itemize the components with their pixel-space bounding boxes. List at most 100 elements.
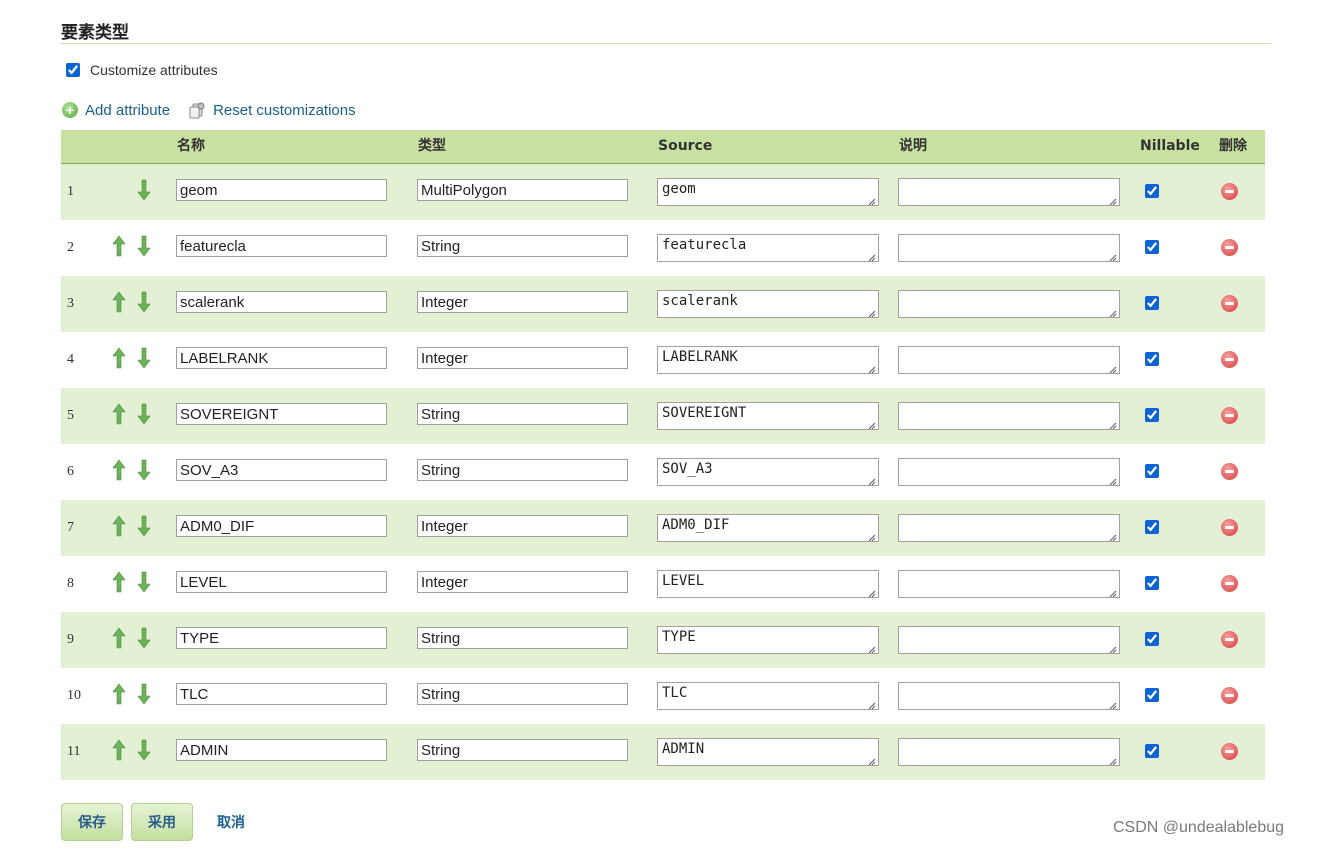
resize-grip-icon[interactable] bbox=[1108, 306, 1117, 317]
resize-grip-icon[interactable] bbox=[867, 754, 876, 765]
attribute-source-textarea[interactable]: SOV_A3 bbox=[657, 458, 879, 486]
nillable-checkbox[interactable] bbox=[1145, 184, 1159, 198]
resize-grip-icon[interactable] bbox=[867, 362, 876, 373]
arrow-up-icon[interactable] bbox=[112, 291, 126, 313]
reset-customizations-link[interactable]: Reset customizations bbox=[188, 101, 356, 119]
attribute-source-textarea[interactable]: geom bbox=[657, 178, 879, 206]
attribute-name-input[interactable] bbox=[176, 403, 387, 425]
arrow-down-icon[interactable] bbox=[137, 291, 151, 313]
apply-button[interactable]: 采用 bbox=[131, 803, 193, 841]
attribute-name-input[interactable] bbox=[176, 571, 387, 593]
arrow-down-icon[interactable] bbox=[137, 739, 151, 761]
attribute-description-textarea[interactable] bbox=[898, 346, 1120, 374]
delete-circle-icon[interactable] bbox=[1221, 575, 1238, 592]
delete-circle-icon[interactable] bbox=[1221, 519, 1238, 536]
arrow-down-icon[interactable] bbox=[137, 179, 151, 201]
delete-circle-icon[interactable] bbox=[1221, 407, 1238, 424]
resize-grip-icon[interactable] bbox=[1108, 754, 1117, 765]
arrow-down-icon[interactable] bbox=[137, 515, 151, 537]
resize-grip-icon[interactable] bbox=[1108, 250, 1117, 261]
resize-grip-icon[interactable] bbox=[867, 586, 876, 597]
delete-circle-icon[interactable] bbox=[1221, 687, 1238, 704]
delete-circle-icon[interactable] bbox=[1221, 351, 1238, 368]
attribute-name-input[interactable] bbox=[176, 235, 387, 257]
nillable-checkbox[interactable] bbox=[1145, 240, 1159, 254]
attribute-description-textarea[interactable] bbox=[898, 178, 1120, 206]
attribute-description-textarea[interactable] bbox=[898, 514, 1120, 542]
nillable-checkbox[interactable] bbox=[1145, 520, 1159, 534]
attribute-source-textarea[interactable]: featurecla bbox=[657, 234, 879, 262]
attribute-type-input[interactable] bbox=[417, 515, 628, 537]
attribute-description-textarea[interactable] bbox=[898, 402, 1120, 430]
customize-attributes-label[interactable]: Customize attributes bbox=[90, 62, 218, 78]
resize-grip-icon[interactable] bbox=[867, 530, 876, 541]
arrow-up-icon[interactable] bbox=[112, 515, 126, 537]
arrow-down-icon[interactable] bbox=[137, 571, 151, 593]
nillable-checkbox[interactable] bbox=[1145, 296, 1159, 310]
delete-circle-icon[interactable] bbox=[1221, 295, 1238, 312]
save-button[interactable]: 保存 bbox=[61, 803, 123, 841]
attribute-name-input[interactable] bbox=[176, 683, 387, 705]
resize-grip-icon[interactable] bbox=[867, 306, 876, 317]
arrow-down-icon[interactable] bbox=[137, 459, 151, 481]
attribute-name-input[interactable] bbox=[176, 627, 387, 649]
attribute-name-input[interactable] bbox=[176, 515, 387, 537]
attribute-type-input[interactable] bbox=[417, 235, 628, 257]
arrow-up-icon[interactable] bbox=[112, 403, 126, 425]
attribute-type-input[interactable] bbox=[417, 683, 628, 705]
nillable-checkbox[interactable] bbox=[1145, 688, 1159, 702]
attribute-source-textarea[interactable]: LEVEL bbox=[657, 570, 879, 598]
arrow-up-icon[interactable] bbox=[112, 347, 126, 369]
attribute-source-textarea[interactable]: TYPE bbox=[657, 626, 879, 654]
delete-circle-icon[interactable] bbox=[1221, 239, 1238, 256]
attribute-name-input[interactable] bbox=[176, 347, 387, 369]
attribute-name-input[interactable] bbox=[176, 291, 387, 313]
delete-circle-icon[interactable] bbox=[1221, 743, 1238, 760]
resize-grip-icon[interactable] bbox=[867, 642, 876, 653]
attribute-name-input[interactable] bbox=[176, 179, 387, 201]
attribute-type-input[interactable] bbox=[417, 403, 628, 425]
resize-grip-icon[interactable] bbox=[1108, 362, 1117, 373]
attribute-source-textarea[interactable]: ADM0_DIF bbox=[657, 514, 879, 542]
attribute-description-textarea[interactable] bbox=[898, 234, 1120, 262]
attribute-source-textarea[interactable]: LABELRANK bbox=[657, 346, 879, 374]
attribute-name-input[interactable] bbox=[176, 739, 387, 761]
attribute-source-textarea[interactable]: SOVEREIGNT bbox=[657, 402, 879, 430]
attribute-type-input[interactable] bbox=[417, 571, 628, 593]
attribute-type-input[interactable] bbox=[417, 459, 628, 481]
attribute-description-textarea[interactable] bbox=[898, 570, 1120, 598]
resize-grip-icon[interactable] bbox=[1108, 418, 1117, 429]
attribute-source-textarea[interactable]: TLC bbox=[657, 682, 879, 710]
nillable-checkbox[interactable] bbox=[1145, 464, 1159, 478]
attribute-type-input[interactable] bbox=[417, 291, 628, 313]
customize-attributes-checkbox[interactable] bbox=[66, 63, 80, 77]
resize-grip-icon[interactable] bbox=[867, 698, 876, 709]
arrow-up-icon[interactable] bbox=[112, 683, 126, 705]
attribute-source-textarea[interactable]: scalerank bbox=[657, 290, 879, 318]
delete-circle-icon[interactable] bbox=[1221, 183, 1238, 200]
add-attribute-link[interactable]: + Add attribute bbox=[62, 102, 170, 119]
attribute-type-input[interactable] bbox=[417, 179, 628, 201]
resize-grip-icon[interactable] bbox=[1108, 586, 1117, 597]
arrow-down-icon[interactable] bbox=[137, 683, 151, 705]
attribute-type-input[interactable] bbox=[417, 627, 628, 649]
resize-grip-icon[interactable] bbox=[867, 418, 876, 429]
resize-grip-icon[interactable] bbox=[867, 474, 876, 485]
delete-circle-icon[interactable] bbox=[1221, 631, 1238, 648]
resize-grip-icon[interactable] bbox=[867, 194, 876, 205]
attribute-name-input[interactable] bbox=[176, 459, 387, 481]
arrow-down-icon[interactable] bbox=[137, 403, 151, 425]
nillable-checkbox[interactable] bbox=[1145, 352, 1159, 366]
attribute-source-textarea[interactable]: ADMIN bbox=[657, 738, 879, 766]
attribute-type-input[interactable] bbox=[417, 347, 628, 369]
nillable-checkbox[interactable] bbox=[1145, 744, 1159, 758]
nillable-checkbox[interactable] bbox=[1145, 632, 1159, 646]
resize-grip-icon[interactable] bbox=[867, 250, 876, 261]
resize-grip-icon[interactable] bbox=[1108, 642, 1117, 653]
attribute-type-input[interactable] bbox=[417, 739, 628, 761]
attribute-description-textarea[interactable] bbox=[898, 682, 1120, 710]
attribute-description-textarea[interactable] bbox=[898, 290, 1120, 318]
arrow-up-icon[interactable] bbox=[112, 459, 126, 481]
nillable-checkbox[interactable] bbox=[1145, 576, 1159, 590]
arrow-down-icon[interactable] bbox=[137, 627, 151, 649]
